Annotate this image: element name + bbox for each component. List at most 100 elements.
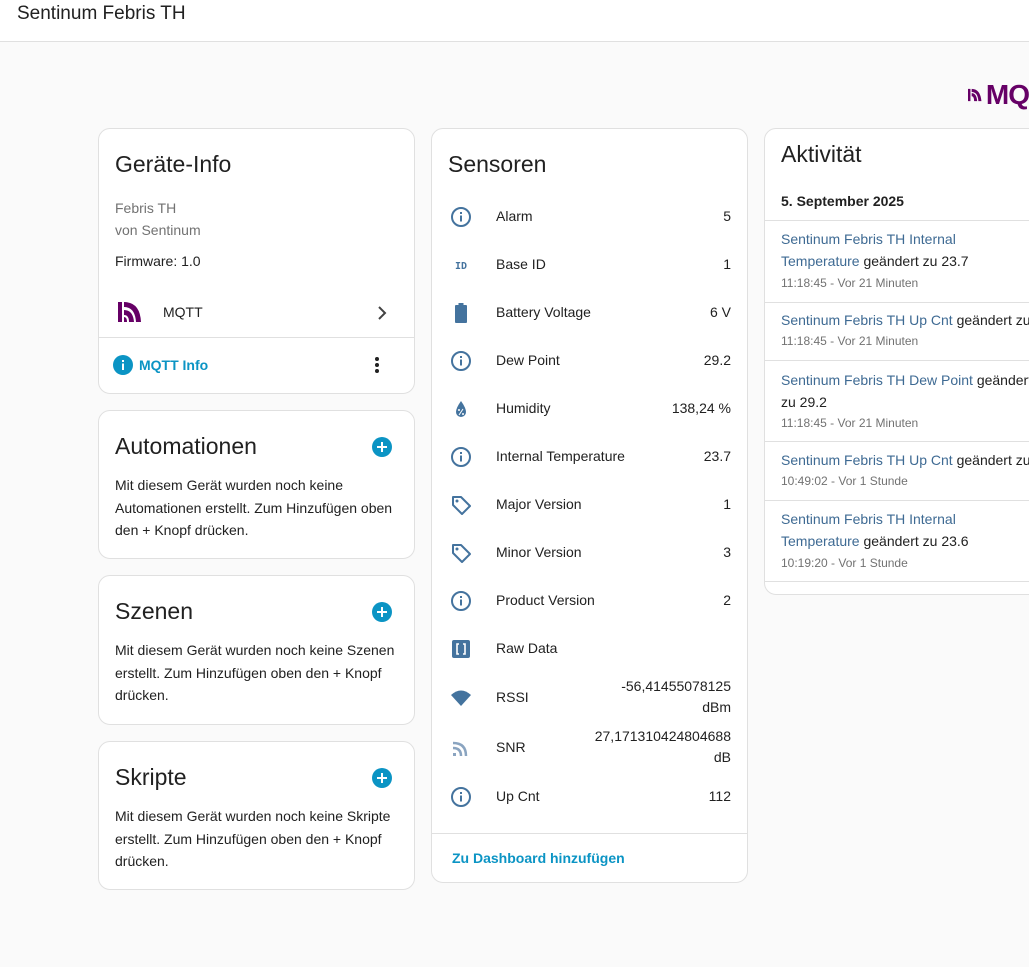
- sensor-name: Product Version: [496, 592, 595, 608]
- wifi-icon: [449, 686, 473, 710]
- sensor-name: Alarm: [496, 208, 533, 224]
- sensor-row-major-version[interactable]: Major Version 1: [432, 481, 747, 529]
- sensor-name: Raw Data: [496, 640, 558, 656]
- activity-text: Sentinum Febris TH Internal Temperature …: [781, 228, 1029, 272]
- info-outline-icon: [449, 589, 473, 613]
- sensor-name: RSSI: [496, 689, 529, 705]
- sensor-value: 112: [708, 788, 731, 804]
- activity-time: 10:49:02 - Vor 1 Stunde: [781, 474, 908, 488]
- sensor-value: 6 V: [709, 304, 731, 320]
- sensor-name: Humidity: [496, 400, 551, 416]
- sensor-row-internal-temperature[interactable]: Internal Temperature 23.7: [432, 433, 747, 481]
- mqtt-brand-logo: MQ: [968, 80, 1029, 110]
- sensor-value: 27,171310424804688 dB: [571, 726, 731, 768]
- scripts-card: Skripte Mit diesem Gerät wurden noch kei…: [98, 741, 415, 890]
- more-options-icon[interactable]: [374, 355, 380, 380]
- mqtt-info-button[interactable]: MQTT Info: [113, 354, 208, 376]
- humidity-icon: [449, 397, 473, 421]
- mqtt-info-label: MQTT Info: [139, 357, 209, 373]
- activity-date: 5. September 2025: [781, 193, 904, 209]
- add-automation-button[interactable]: [372, 437, 392, 462]
- sensor-name: Up Cnt: [496, 788, 540, 804]
- sensors-card: Sensoren Alarm 5 ID Base ID 1 Battery Vo…: [431, 128, 748, 883]
- add-to-dashboard-button[interactable]: Zu Dashboard hinzufügen: [452, 850, 625, 866]
- activity-entity-link[interactable]: Sentinum Febris TH Up Cnt: [781, 452, 953, 468]
- tag-icon: [449, 493, 473, 517]
- sensor-value: 29.2: [703, 352, 731, 368]
- sensor-name: Major Version: [496, 496, 582, 512]
- sensor-row-up-cnt[interactable]: Up Cnt 112: [432, 773, 747, 821]
- activity-text: Sentinum Febris TH Up Cnt geändert zu 11…: [781, 449, 1029, 471]
- sensor-row-minor-version[interactable]: Minor Version 3: [432, 529, 747, 577]
- sensor-row-humidity[interactable]: Humidity 138,24 %: [432, 385, 747, 433]
- sensor-row-raw-data[interactable]: Raw Data: [432, 625, 747, 673]
- info-outline-icon: [449, 349, 473, 373]
- divider: [765, 220, 1029, 221]
- add-scene-button[interactable]: [372, 602, 392, 627]
- info-icon: [113, 355, 133, 375]
- scenes-empty-text: Mit diesem Gerät wurden noch keine Szene…: [115, 642, 395, 703]
- info-outline-icon: [449, 205, 473, 229]
- activity-change: geändert zu 111: [956, 452, 1029, 468]
- sensor-row-alarm[interactable]: Alarm 5: [432, 193, 747, 241]
- scenes-title: Szenen: [115, 598, 194, 624]
- page-title: Sentinum Febris TH: [17, 3, 186, 24]
- sensor-row-snr[interactable]: SNR 27,171310424804688 dB: [432, 724, 747, 772]
- activity-entity-link[interactable]: Sentinum Febris TH Dew Point: [781, 372, 973, 388]
- sensor-name: SNR: [496, 739, 526, 755]
- activity-time: 10:19:20 - Vor 1 Stunde: [781, 556, 908, 570]
- sensor-name: Battery Voltage: [496, 304, 591, 320]
- chevron-right-icon: [372, 303, 392, 328]
- device-info-title: Geräte-Info: [115, 151, 232, 177]
- sensor-name: Dew Point: [496, 352, 560, 368]
- svg-text:ID: ID: [455, 261, 467, 272]
- add-script-button[interactable]: [372, 768, 392, 793]
- sensor-value: 3: [723, 544, 731, 560]
- sensors-title: Sensoren: [448, 151, 547, 177]
- integration-row-mqtt[interactable]: MQTT: [99, 289, 414, 337]
- automations-empty-text: Mit diesem Gerät wurden noch keine Autom…: [115, 477, 393, 538]
- plus-circle-icon: [372, 437, 392, 457]
- activity-change: geändert zu 112: [956, 312, 1029, 328]
- brand-text: MQ: [985, 80, 1029, 110]
- top-app-bar: Sentinum Febris TH: [0, 0, 1029, 42]
- integration-label: MQTT: [163, 304, 203, 320]
- mqtt-icon: [117, 299, 143, 330]
- device-firmware: Firmware: 1.0: [115, 253, 201, 269]
- automations-title: Automationen: [115, 433, 257, 459]
- activity-change: geändert zu 23.6: [863, 533, 969, 549]
- plus-circle-icon: [372, 602, 392, 622]
- brackets-icon: [449, 637, 473, 661]
- divider: [765, 360, 1029, 361]
- sensor-row-rssi[interactable]: RSSI -56,41455078125 dBm: [432, 674, 747, 722]
- sensor-value-number: -56,41455078125: [621, 678, 731, 694]
- scripts-title: Skripte: [115, 764, 187, 790]
- id-icon: ID: [449, 253, 473, 277]
- sensor-row-product-version[interactable]: Product Version 2: [432, 577, 747, 625]
- sensor-value: -56,41455078125 dBm: [601, 676, 731, 718]
- sensor-value-unit: dB: [713, 749, 731, 765]
- device-manufacturer: von Sentinum: [115, 222, 201, 238]
- sensor-row-base-id[interactable]: ID Base ID 1: [432, 241, 747, 289]
- sensor-value: 1: [723, 256, 731, 272]
- divider: [765, 302, 1029, 303]
- battery-icon: [449, 301, 473, 325]
- plus-circle-icon: [372, 768, 392, 788]
- device-model: Febris TH: [115, 200, 177, 216]
- sensor-value: 1: [723, 496, 731, 512]
- sensor-name: Internal Temperature: [496, 448, 625, 464]
- info-outline-icon: [449, 785, 473, 809]
- activity-entity-link[interactable]: Sentinum Febris TH Up Cnt: [781, 312, 953, 328]
- sensor-name: Minor Version: [496, 544, 582, 560]
- sensor-value: 2: [723, 592, 731, 608]
- automations-card: Automationen Mit diesem Gerät wurden noc…: [98, 410, 415, 559]
- activity-change: geändert zu 23.7: [863, 253, 969, 269]
- sensor-row-battery-voltage[interactable]: Battery Voltage 6 V: [432, 289, 747, 337]
- sensor-row-dew-point[interactable]: Dew Point 29.2: [432, 337, 747, 385]
- info-outline-icon: [449, 445, 473, 469]
- activity-time: 11:18:45 - Vor 21 Minuten: [781, 416, 919, 430]
- divider: [765, 581, 1029, 582]
- sensor-value-number: 27,171310424804688: [594, 728, 731, 744]
- activity-time: 11:18:45 - Vor 21 Minuten: [781, 334, 919, 348]
- activity-title: Aktivität: [781, 141, 862, 167]
